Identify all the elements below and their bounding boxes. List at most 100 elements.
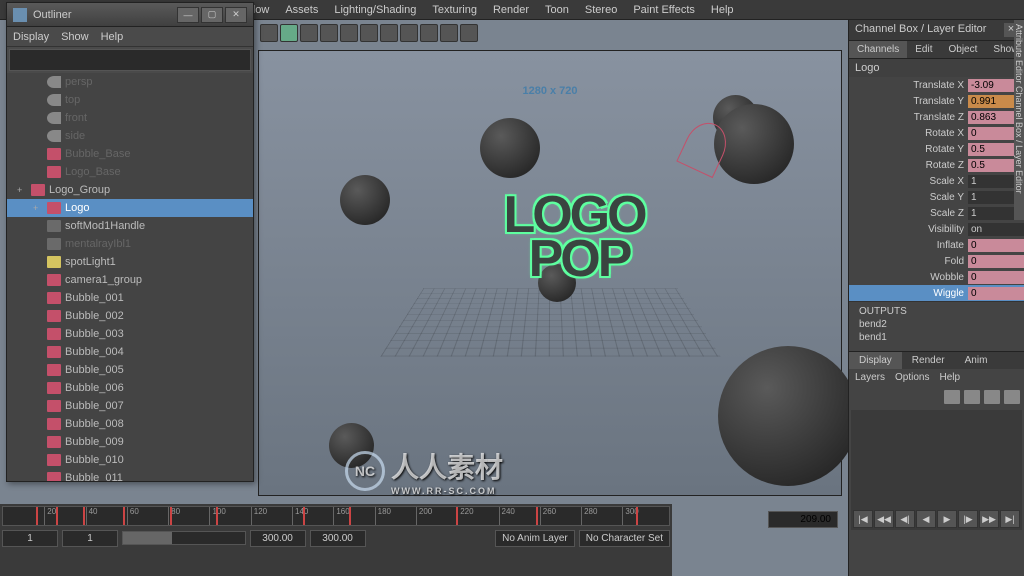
outliner-item-logo[interactable]: +Logo [7, 199, 253, 217]
output-bend1[interactable]: bend1 [855, 331, 1018, 344]
outliner-item-logogroup[interactable]: +Logo_Group [7, 181, 253, 199]
menu-render[interactable]: Render [485, 2, 537, 18]
menu-stereo[interactable]: Stereo [577, 2, 625, 18]
menu-lightingshading[interactable]: Lighting/Shading [326, 2, 424, 18]
outliner-item-side[interactable]: side [7, 127, 253, 145]
outliner-item-bubble003[interactable]: Bubble_003 [7, 325, 253, 343]
outliner-item-logobase[interactable]: Logo_Base [7, 163, 253, 181]
menu-texturing[interactable]: Texturing [424, 2, 485, 18]
outliner-search-input[interactable] [9, 49, 251, 71]
vt-btn[interactable] [260, 24, 278, 42]
vt-btn[interactable] [440, 24, 458, 42]
vt-btn[interactable] [300, 24, 318, 42]
outliner-item-bubble002[interactable]: Bubble_002 [7, 307, 253, 325]
outliner-item-bubble008[interactable]: Bubble_008 [7, 415, 253, 433]
layer-icon[interactable] [1004, 390, 1020, 404]
outliner-item-persp[interactable]: persp [7, 73, 253, 91]
menu-assets[interactable]: Assets [277, 2, 326, 18]
minimize-icon[interactable]: — [177, 7, 199, 23]
vt-btn[interactable] [400, 24, 418, 42]
layer-menu-layers[interactable]: Layers [855, 372, 885, 383]
menu-painteffects[interactable]: Paint Effects [625, 2, 703, 18]
layer-icon[interactable] [964, 390, 980, 404]
vt-btn[interactable] [380, 24, 398, 42]
channel-attr-inflate[interactable]: Inflate0 [849, 237, 1024, 253]
outliner-menu-display[interactable]: Display [13, 31, 49, 43]
layer-tab-display[interactable]: Display [849, 352, 902, 369]
channel-attr-scalez[interactable]: Scale Z1 [849, 205, 1024, 221]
channel-attr-fold[interactable]: Fold0 [849, 253, 1024, 269]
channel-attr-rotatex[interactable]: Rotate X0 [849, 125, 1024, 141]
play-forward-button[interactable]: ▶ [937, 510, 957, 528]
forward-end-button[interactable]: ▶| [1000, 510, 1020, 528]
layer-icon[interactable] [944, 390, 960, 404]
maximize-icon[interactable]: ▢ [201, 7, 223, 23]
channel-attr-rotatey[interactable]: Rotate Y0.5 [849, 141, 1024, 157]
side-tab-attribute-editor[interactable]: Attribute Editor Channel Box / Layer Edi… [1014, 20, 1024, 220]
rewind-start-button[interactable]: |◀ [853, 510, 873, 528]
range-inner-start-field[interactable] [62, 530, 118, 547]
anim-layer-status[interactable]: No Anim Layer [495, 530, 575, 547]
char-set-status[interactable]: No Character Set [579, 530, 670, 547]
channel-tab-channels[interactable]: Channels [849, 41, 907, 58]
outliner-item-bubble006[interactable]: Bubble_006 [7, 379, 253, 397]
vt-btn[interactable] [280, 24, 298, 42]
outliner-item-bubble009[interactable]: Bubble_009 [7, 433, 253, 451]
outliner-item-bubble001[interactable]: Bubble_001 [7, 289, 253, 307]
next-frame-button[interactable]: |▶ [958, 510, 978, 528]
channel-attr-wiggle[interactable]: Wiggle0 [849, 285, 1024, 301]
outliner-item-softmod1handle[interactable]: softMod1Handle [7, 217, 253, 235]
vt-btn[interactable] [360, 24, 378, 42]
range-end-field[interactable] [250, 530, 306, 547]
menu-help[interactable]: Help [703, 2, 742, 18]
vt-btn[interactable] [320, 24, 338, 42]
current-frame-field[interactable] [768, 511, 838, 528]
vt-btn[interactable] [340, 24, 358, 42]
outliner-item-mentalrayibl1[interactable]: mentalrayIbl1 [7, 235, 253, 253]
outliner-item-camera1group[interactable]: camera1_group [7, 271, 253, 289]
timeline[interactable]: 2040608010012014016018020022024026028030… [2, 506, 670, 526]
layer-tab-render[interactable]: Render [902, 352, 955, 369]
outliner-item-top[interactable]: top [7, 91, 253, 109]
layer-tab-anim[interactable]: Anim [955, 352, 998, 369]
play-back-button[interactable]: ◀ [916, 510, 936, 528]
outliner-item-front[interactable]: front [7, 109, 253, 127]
outliner-item-bubblebase[interactable]: Bubble_Base [7, 145, 253, 163]
channel-tab-edit[interactable]: Edit [907, 41, 940, 58]
vt-btn[interactable] [420, 24, 438, 42]
channel-object-name[interactable]: Logo [849, 59, 1024, 77]
output-bend2[interactable]: bend2 [855, 318, 1018, 331]
channel-attr-rotatez[interactable]: Rotate Z0.5 [849, 157, 1024, 173]
vt-btn[interactable] [460, 24, 478, 42]
step-back-button[interactable]: ◀◀ [874, 510, 894, 528]
outliner-menu-help[interactable]: Help [101, 31, 124, 43]
channel-tab-object[interactable]: Object [941, 41, 986, 58]
outliner-menu-show[interactable]: Show [61, 31, 89, 43]
menu-toon[interactable]: Toon [537, 2, 577, 18]
outliner-item-bubble007[interactable]: Bubble_007 [7, 397, 253, 415]
range-track[interactable] [122, 531, 246, 545]
outliner-item-bubble010[interactable]: Bubble_010 [7, 451, 253, 469]
range-start-field[interactable] [2, 530, 58, 547]
channel-attr-translatey[interactable]: Translate Y0.991 [849, 93, 1024, 109]
viewport-3d[interactable]: 1280 x 720 LOGO POP [258, 50, 842, 496]
channel-attr-scaley[interactable]: Scale Y1 [849, 189, 1024, 205]
channel-attr-translatex[interactable]: Translate X-3.09 [849, 77, 1024, 93]
outliner-item-bubble005[interactable]: Bubble_005 [7, 361, 253, 379]
step-forward-button[interactable]: ▶▶ [979, 510, 999, 528]
outliner-item-spotlight1[interactable]: spotLight1 [7, 253, 253, 271]
layer-menu-help[interactable]: Help [939, 372, 960, 383]
channel-attr-translatez[interactable]: Translate Z0.863 [849, 109, 1024, 125]
outliner-item-bubble004[interactable]: Bubble_004 [7, 343, 253, 361]
layer-icon[interactable] [984, 390, 1000, 404]
channel-attr-visibility[interactable]: Visibilityon [849, 221, 1024, 237]
channel-attr-wobble[interactable]: Wobble0 [849, 269, 1024, 285]
close-icon[interactable]: ✕ [225, 7, 247, 23]
prev-frame-button[interactable]: ◀| [895, 510, 915, 528]
range-outer-end-field[interactable] [310, 530, 366, 547]
channel-attr-scalex[interactable]: Scale X1 [849, 173, 1024, 189]
outliner-item-bubble011[interactable]: Bubble_011 [7, 469, 253, 481]
layer-menu-options[interactable]: Options [895, 372, 929, 383]
outliner-list[interactable]: persptopfrontsideBubble_BaseLogo_Base+Lo… [7, 73, 253, 481]
outliner-titlebar[interactable]: Outliner — ▢ ✕ [7, 3, 253, 27]
